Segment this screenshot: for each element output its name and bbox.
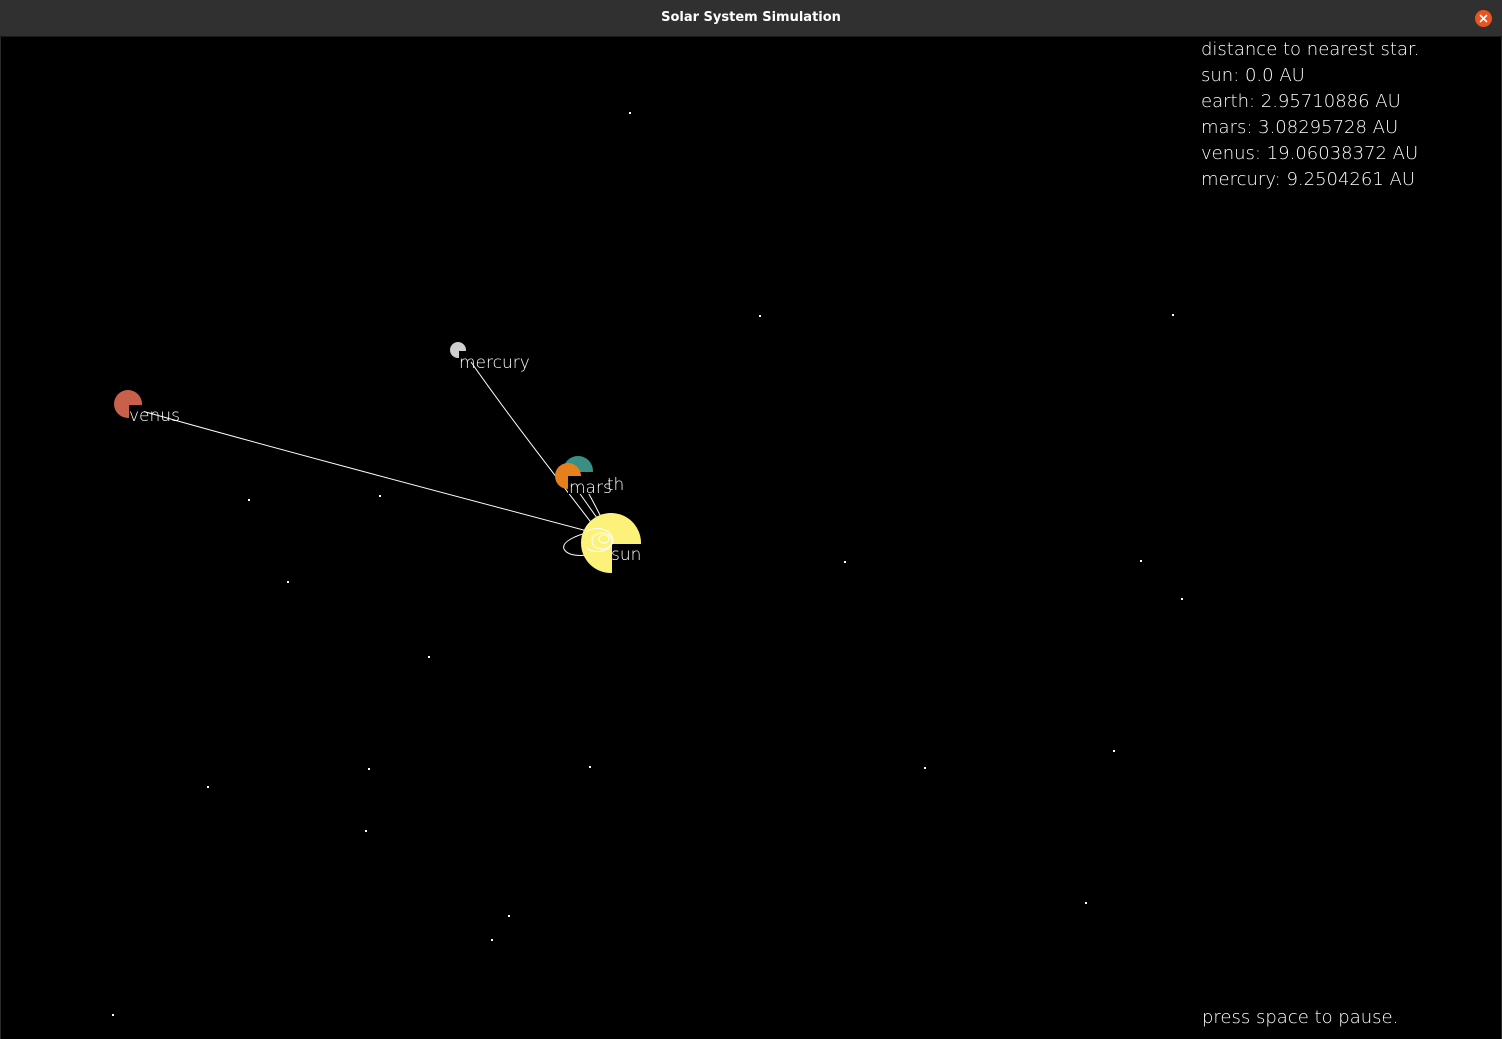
mercury-body: mercury	[450, 342, 530, 373]
simulation-window: Solar System Simulation sun mars venus m…	[0, 0, 1502, 1039]
star	[844, 561, 846, 563]
star	[629, 112, 631, 114]
star	[379, 495, 381, 497]
star	[248, 499, 250, 501]
star	[759, 315, 761, 317]
star-field	[112, 112, 1183, 1016]
distance-mercury: mercury: 9.2504261 AU	[1201, 169, 1415, 190]
close-icon	[1479, 14, 1488, 23]
distance-venus: venus: 19.06038372 AU	[1201, 143, 1419, 164]
distance-earth: earth: 2.95710886 AU	[1201, 91, 1401, 112]
mercury-trail	[470, 361, 594, 548]
venus-label: venus	[129, 406, 180, 426]
close-button[interactable]	[1475, 10, 1492, 27]
star	[428, 656, 430, 658]
star	[1113, 750, 1115, 752]
distance-panel: distance to nearest star. sun: 0.0 AU ea…	[1201, 37, 1419, 193]
star	[365, 830, 367, 832]
star	[1172, 314, 1174, 316]
window-title: Solar System Simulation	[661, 10, 841, 25]
star	[491, 939, 493, 941]
star	[1181, 598, 1183, 600]
star	[1085, 902, 1087, 904]
title-bar: Solar System Simulation	[0, 0, 1502, 37]
pause-hint: press space to pause.	[1202, 1007, 1399, 1028]
distance-sun: sun: 0.0 AU	[1201, 65, 1305, 86]
orbit-trails	[127, 361, 616, 557]
sun-body: sun	[581, 513, 642, 574]
distance-mars: mars: 3.08295728 AU	[1201, 117, 1399, 138]
star	[112, 1014, 114, 1016]
simulation-canvas[interactable]: sun earth mars venus	[0, 37, 1502, 1039]
distance-heading: distance to nearest star.	[1201, 39, 1420, 60]
star	[368, 768, 370, 770]
star	[287, 581, 289, 583]
venus-body: venus	[114, 390, 180, 426]
sun-label: sun	[611, 545, 641, 565]
venus-trail	[127, 406, 599, 556]
star	[589, 766, 591, 768]
star	[1140, 560, 1142, 562]
star	[207, 786, 209, 788]
mars-label: mars	[569, 478, 612, 498]
star	[924, 767, 926, 769]
star	[508, 915, 510, 917]
mercury-label: mercury	[459, 353, 530, 373]
